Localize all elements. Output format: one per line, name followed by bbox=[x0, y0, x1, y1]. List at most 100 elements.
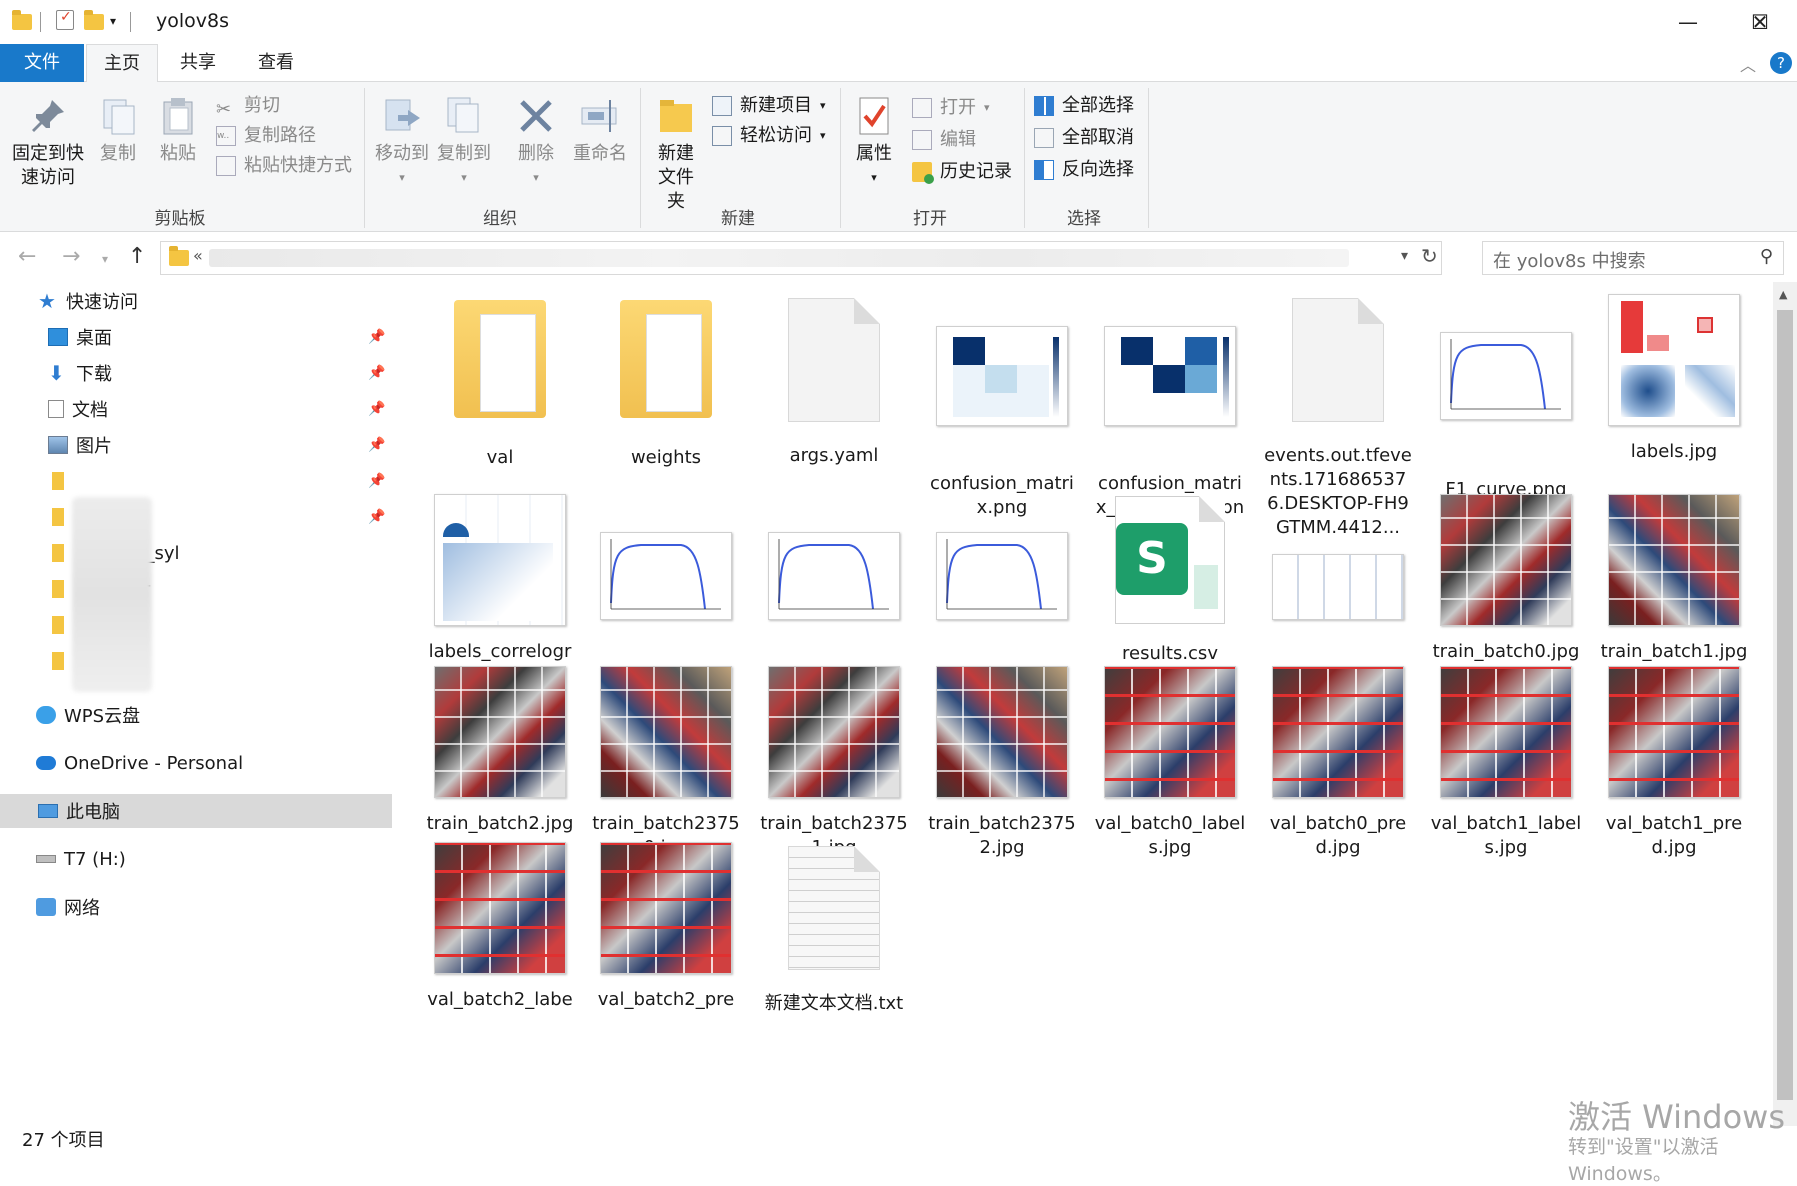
copy-button[interactable]: 复制 bbox=[92, 94, 144, 166]
file-item[interactable]: train_batch2.jpg bbox=[420, 662, 580, 836]
nav-folder[interactable]: 片 bbox=[0, 572, 392, 606]
select-none-button[interactable]: 全部取消 bbox=[1034, 124, 1134, 152]
file-item[interactable]: val_batch0_labels.jpg bbox=[1090, 662, 1250, 860]
file-item[interactable]: val_batch1_pred.jpg bbox=[1594, 662, 1754, 860]
file-item[interactable]: train_batch0.jpg bbox=[1426, 490, 1586, 664]
tab-view[interactable]: 查看 bbox=[240, 44, 312, 82]
properties-icon bbox=[852, 94, 896, 138]
nav-quick-access[interactable]: ★ 快速访问 bbox=[0, 284, 392, 318]
move-to-button[interactable]: 移动到 ▾ bbox=[372, 94, 432, 190]
open-group-label: 打开 bbox=[913, 209, 947, 229]
tab-home[interactable]: 主页 bbox=[86, 44, 158, 83]
nav-onedrive[interactable]: OneDrive - Personal bbox=[0, 746, 392, 780]
vertical-scrollbar[interactable]: ▲ bbox=[1773, 282, 1797, 1126]
nav-pictures[interactable]: 图片 📌 bbox=[0, 428, 392, 462]
recent-locations-icon[interactable]: ▾ bbox=[102, 252, 108, 266]
nav-desktop[interactable]: 桌面 📌 bbox=[0, 320, 392, 354]
tab-file[interactable]: 文件 bbox=[0, 44, 84, 82]
file-item[interactable]: val_batch1_labels.jpg bbox=[1426, 662, 1586, 860]
new-folder-button[interactable]: 新建文件夹 bbox=[644, 94, 708, 214]
file-item[interactable]: val_batch0_pred.jpg bbox=[1258, 662, 1418, 860]
collapse-ribbon-icon[interactable]: ︿ bbox=[1740, 52, 1756, 76]
address-row: ← → ▾ ↑ « ▾ ↻ 在 yolov8s 中搜索 ⚲ bbox=[0, 232, 1797, 282]
status-bar: 27 个项目 bbox=[0, 1126, 1797, 1153]
nav-folder[interactable]: 8_syl bbox=[0, 536, 392, 570]
file-item[interactable]: train_batch1.jpg bbox=[1594, 490, 1754, 664]
nav-folder[interactable] bbox=[0, 644, 392, 678]
nav-network[interactable]: 网络 bbox=[0, 890, 392, 924]
file-item[interactable]: train_batch23752.jpg bbox=[922, 662, 1082, 860]
delete-button[interactable]: 删除 ▾ bbox=[506, 94, 566, 190]
select-all-button[interactable]: 全部选择 bbox=[1034, 92, 1134, 120]
paste-shortcut-button[interactable]: 粘贴快捷方式 bbox=[216, 152, 352, 180]
easy-access-button[interactable]: 轻松访问 ▾ bbox=[712, 122, 826, 150]
address-bar[interactable]: « ▾ ↻ bbox=[160, 241, 1442, 275]
edit-button[interactable]: 编辑 bbox=[912, 126, 976, 154]
new-folder-quick-icon[interactable] bbox=[84, 10, 104, 34]
properties-quick-icon[interactable]: ✓ bbox=[56, 9, 74, 30]
image-thumbnail bbox=[600, 532, 732, 620]
pin-icon[interactable]: 📌 bbox=[368, 401, 385, 417]
new-item-button[interactable]: 新建项目 ▾ bbox=[712, 92, 826, 120]
help-icon[interactable]: ? bbox=[1770, 52, 1792, 74]
breadcrumb-overflow-icon[interactable]: « bbox=[193, 246, 203, 265]
minimize-button[interactable]: — bbox=[1652, 0, 1724, 44]
file-item[interactable]: labels.jpg bbox=[1594, 290, 1754, 464]
folder-item[interactable]: weights bbox=[586, 290, 746, 470]
pin-icon[interactable]: 📌 bbox=[368, 473, 385, 489]
pin-quick-access-button[interactable]: 固定到快速访问 bbox=[8, 94, 88, 190]
nav-this-pc[interactable]: 此电脑 bbox=[0, 794, 392, 828]
file-item[interactable]: F1_curve.png bbox=[1426, 290, 1586, 502]
close-button[interactable]: ✕ bbox=[1724, 0, 1796, 44]
copy-path-button[interactable]: w.. 复制路径 bbox=[216, 122, 316, 150]
file-item[interactable]: val_batch2_labe bbox=[420, 838, 580, 1012]
scroll-up-icon[interactable]: ▲ bbox=[1779, 288, 1787, 301]
invert-selection-button[interactable]: 反向选择 bbox=[1034, 156, 1134, 184]
nav-documents[interactable]: 文档 📌 bbox=[0, 392, 392, 426]
file-item[interactable]: val_batch2_pre bbox=[586, 838, 746, 1012]
paste-button[interactable]: 粘贴 bbox=[152, 94, 204, 166]
pin-icon[interactable]: 📌 bbox=[368, 437, 385, 453]
nav-drive-t7[interactable]: T7 (H:) bbox=[0, 842, 392, 876]
scrollbar-thumb[interactable] bbox=[1777, 310, 1793, 1100]
file-item[interactable]: train_batch23751.jpg bbox=[754, 662, 914, 860]
nav-folder[interactable]: 📌 bbox=[0, 464, 392, 498]
address-dropdown-icon[interactable]: ▾ bbox=[1401, 248, 1408, 264]
search-icon[interactable]: ⚲ bbox=[1760, 246, 1773, 267]
pin-icon[interactable]: 📌 bbox=[368, 329, 385, 345]
file-name: val_batch2_labe bbox=[427, 989, 573, 1010]
nav-folder[interactable]: 📌 bbox=[0, 500, 392, 534]
up-arrow-icon[interactable]: ↑ bbox=[128, 244, 146, 269]
folder-item[interactable]: val bbox=[420, 290, 580, 470]
rename-button[interactable]: 重命名 bbox=[568, 94, 632, 166]
cut-button[interactable]: ✂ 剪切 bbox=[216, 92, 280, 120]
file-item[interactable]: Sresults.csv bbox=[1090, 490, 1250, 666]
tab-share[interactable]: 共享 bbox=[162, 44, 234, 82]
file-name: train_batch2.jpg bbox=[426, 813, 574, 834]
search-input[interactable]: 在 yolov8s 中搜索 ⚲ bbox=[1482, 241, 1784, 275]
nav-folder[interactable] bbox=[0, 608, 392, 642]
document-icon bbox=[788, 298, 880, 422]
paste-shortcut-label: 粘贴快捷方式 bbox=[244, 155, 352, 176]
file-item[interactable]: labels_correlogram.jpg bbox=[420, 490, 580, 688]
properties-button[interactable]: 属性 ▾ bbox=[846, 94, 902, 190]
history-button[interactable]: 历史记录 bbox=[912, 158, 1012, 186]
file-item[interactable]: confusion_matrix.png bbox=[922, 290, 1082, 520]
nav-this-pc-label: 此电脑 bbox=[66, 802, 120, 823]
nav-wps-cloud[interactable]: WPS云盘 bbox=[0, 698, 392, 732]
nav-downloads[interactable]: ⬇ 下载 📌 bbox=[0, 356, 392, 390]
file-item[interactable]: 新建文本文档.txt bbox=[754, 838, 914, 1016]
open-button[interactable]: 打开 ▾ bbox=[912, 94, 990, 122]
back-arrow-icon[interactable]: ← bbox=[18, 244, 36, 269]
copy-to-button[interactable]: 复制到 ▾ bbox=[434, 94, 494, 190]
star-icon: ★ bbox=[38, 289, 56, 313]
refresh-icon[interactable]: ↻ bbox=[1421, 244, 1438, 268]
customize-quick-access-icon[interactable]: ▾ bbox=[110, 14, 116, 38]
pin-icon[interactable]: 📌 bbox=[368, 365, 385, 381]
file-item[interactable]: args.yaml bbox=[754, 290, 914, 468]
network-icon bbox=[36, 898, 56, 916]
pin-icon[interactable]: 📌 bbox=[368, 509, 385, 525]
forward-arrow-icon[interactable]: → bbox=[62, 244, 80, 269]
file-item[interactable]: train_batch23750.jpg bbox=[586, 662, 746, 860]
image-thumbnail bbox=[434, 494, 566, 626]
